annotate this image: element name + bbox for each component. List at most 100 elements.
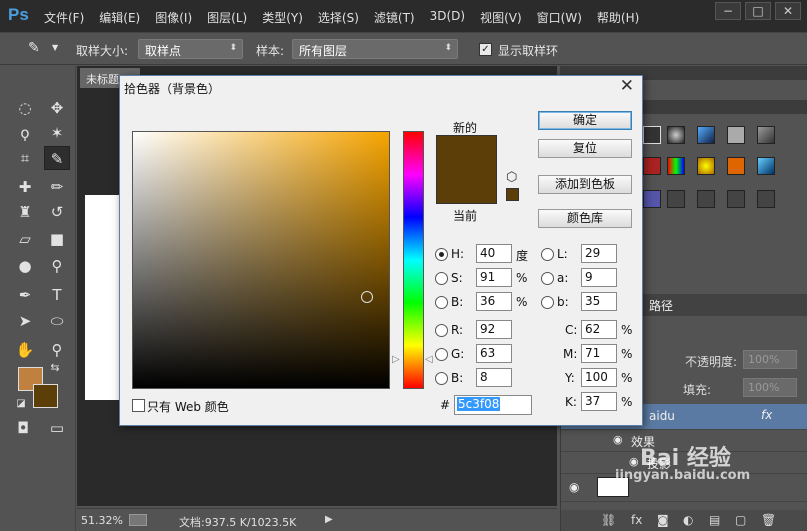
menu-window[interactable]: 窗口(W) <box>537 9 582 26</box>
red-radio[interactable] <box>435 324 448 337</box>
style-swatch[interactable] <box>643 126 661 144</box>
green-input[interactable]: 63 <box>476 344 512 363</box>
crop-tool-icon[interactable]: ⌗ <box>12 146 38 170</box>
minimize-button[interactable]: − <box>715 2 741 20</box>
style-swatch[interactable] <box>667 190 685 208</box>
lab-l-input[interactable]: 29 <box>581 244 617 263</box>
shape-tool-icon[interactable]: ⬭ <box>44 309 70 333</box>
menu-layer[interactable]: 图层(L) <box>207 9 247 26</box>
reset-button[interactable]: 复位 <box>538 139 632 158</box>
fx-icon[interactable]: fx <box>761 408 772 422</box>
style-swatch[interactable] <box>697 126 715 144</box>
lasso-tool-icon[interactable]: ϙ <box>12 121 38 145</box>
web-safe-cube-icon[interactable]: ⬡ <box>506 170 517 185</box>
eye-icon[interactable]: ◉ <box>613 433 623 446</box>
hue-slider[interactable] <box>403 131 424 389</box>
eye-icon[interactable]: ◉ <box>569 480 579 494</box>
lab-a-input[interactable]: 9 <box>581 268 617 287</box>
gradient-tool-icon[interactable]: ■ <box>44 227 70 251</box>
blue-input[interactable]: 8 <box>476 368 512 387</box>
eyedropper-preset-icon[interactable]: ✎ <box>28 40 40 56</box>
hue-slider-right-arrow-icon[interactable]: ◁ <box>425 354 433 365</box>
style-swatch[interactable] <box>727 190 745 208</box>
style-swatch[interactable] <box>757 157 775 175</box>
style-swatch[interactable] <box>757 190 775 208</box>
add-to-swatches-button[interactable]: 添加到色板 <box>538 175 632 194</box>
eraser-tool-icon[interactable]: ▱ <box>12 227 38 251</box>
preset-chevron-icon[interactable]: ▼ <box>52 43 58 52</box>
type-tool-icon[interactable]: T <box>44 283 70 307</box>
clone-stamp-icon[interactable]: ♜ <box>12 200 38 224</box>
paths-tab[interactable]: 路径 <box>649 297 673 314</box>
trash-icon[interactable]: 🗑 <box>761 513 776 527</box>
red-input[interactable]: 92 <box>476 320 512 339</box>
style-swatch[interactable] <box>643 157 661 175</box>
menu-select[interactable]: 选择(S) <box>318 9 359 26</box>
status-preview-icon[interactable] <box>129 514 147 526</box>
style-swatch[interactable] <box>667 126 685 144</box>
folder-icon[interactable]: ▤ <box>709 513 720 527</box>
hue-slider-left-arrow-icon[interactable]: ▷ <box>392 354 400 365</box>
dodge-tool-icon[interactable]: ⚲ <box>44 254 70 278</box>
zoom-level[interactable]: 51.32% <box>81 514 123 527</box>
status-menu-arrow-icon[interactable]: ▶ <box>325 514 333 525</box>
web-safe-swatch[interactable] <box>506 188 519 201</box>
menu-image[interactable]: 图像(I) <box>155 9 192 26</box>
black-input[interactable]: 37 <box>581 392 617 411</box>
style-swatch[interactable] <box>697 190 715 208</box>
color-libraries-button[interactable]: 颜色库 <box>538 209 632 228</box>
close-icon[interactable]: ✕ <box>620 76 634 96</box>
eye-icon[interactable]: ◉ <box>629 455 639 468</box>
saturation-input[interactable]: 91 <box>476 268 512 287</box>
marquee-tool-icon[interactable]: ◌ <box>12 96 38 120</box>
path-select-icon[interactable]: ➤ <box>12 309 38 333</box>
new-layer-icon[interactable]: ▢ <box>735 513 746 527</box>
menu-file[interactable]: 文件(F) <box>44 9 84 26</box>
web-colors-only-checkbox[interactable] <box>132 399 145 412</box>
fx-icon[interactable]: fx <box>631 513 642 527</box>
lab-b-input[interactable]: 35 <box>581 292 617 311</box>
hex-input[interactable]: 5c3f08 <box>454 395 532 415</box>
opacity-input[interactable]: 100% <box>743 350 797 369</box>
hue-radio[interactable] <box>435 248 448 261</box>
healing-brush-icon[interactable]: ✚ <box>12 175 38 199</box>
sample-select[interactable]: 所有图层 ⬍ <box>292 39 458 59</box>
style-swatch[interactable] <box>757 126 775 144</box>
green-radio[interactable] <box>435 348 448 361</box>
hue-input[interactable]: 40 <box>476 244 512 263</box>
menu-help[interactable]: 帮助(H) <box>597 9 639 26</box>
lab-b-radio[interactable] <box>541 296 554 309</box>
pen-tool-icon[interactable]: ✒ <box>12 283 38 307</box>
mask-icon[interactable]: ◙ <box>657 513 669 527</box>
show-ring-checkbox[interactable]: ✓ <box>479 43 492 56</box>
ok-button[interactable]: 确定 <box>538 111 632 130</box>
maximize-button[interactable]: □ <box>745 2 771 20</box>
swap-colors-icon[interactable]: ⇆ <box>42 356 68 380</box>
link-layers-icon[interactable]: ⛓ <box>601 513 616 527</box>
brightness-radio[interactable] <box>435 296 448 309</box>
brightness-input[interactable]: 36 <box>476 292 512 311</box>
eyedropper-tool-icon[interactable]: ✎ <box>44 146 70 170</box>
hand-tool-icon[interactable]: ✋ <box>12 338 38 362</box>
saturation-radio[interactable] <box>435 272 448 285</box>
menu-view[interactable]: 视图(V) <box>480 9 522 26</box>
blue-radio[interactable] <box>435 372 448 385</box>
menu-3d[interactable]: 3D(D) <box>430 9 465 26</box>
move-tool-icon[interactable]: ✥ <box>44 96 70 120</box>
style-swatch[interactable] <box>667 157 685 175</box>
menu-edit[interactable]: 编辑(E) <box>99 9 140 26</box>
yellow-input[interactable]: 100 <box>581 368 617 387</box>
current-color-swatch[interactable] <box>436 170 497 204</box>
default-colors-icon[interactable]: ◪ <box>8 392 34 416</box>
color-field-marker[interactable] <box>361 291 373 303</box>
menu-type[interactable]: 类型(Y) <box>262 9 303 26</box>
screen-mode-icon[interactable]: ▭ <box>44 416 70 440</box>
style-swatch[interactable] <box>643 190 661 208</box>
style-swatch[interactable] <box>697 157 715 175</box>
cyan-input[interactable]: 62 <box>581 320 617 339</box>
menu-filter[interactable]: 滤镜(T) <box>374 9 415 26</box>
style-swatch[interactable] <box>727 157 745 175</box>
lab-l-radio[interactable] <box>541 248 554 261</box>
background-color-swatch[interactable] <box>33 384 58 408</box>
fill-input[interactable]: 100% <box>743 378 797 397</box>
